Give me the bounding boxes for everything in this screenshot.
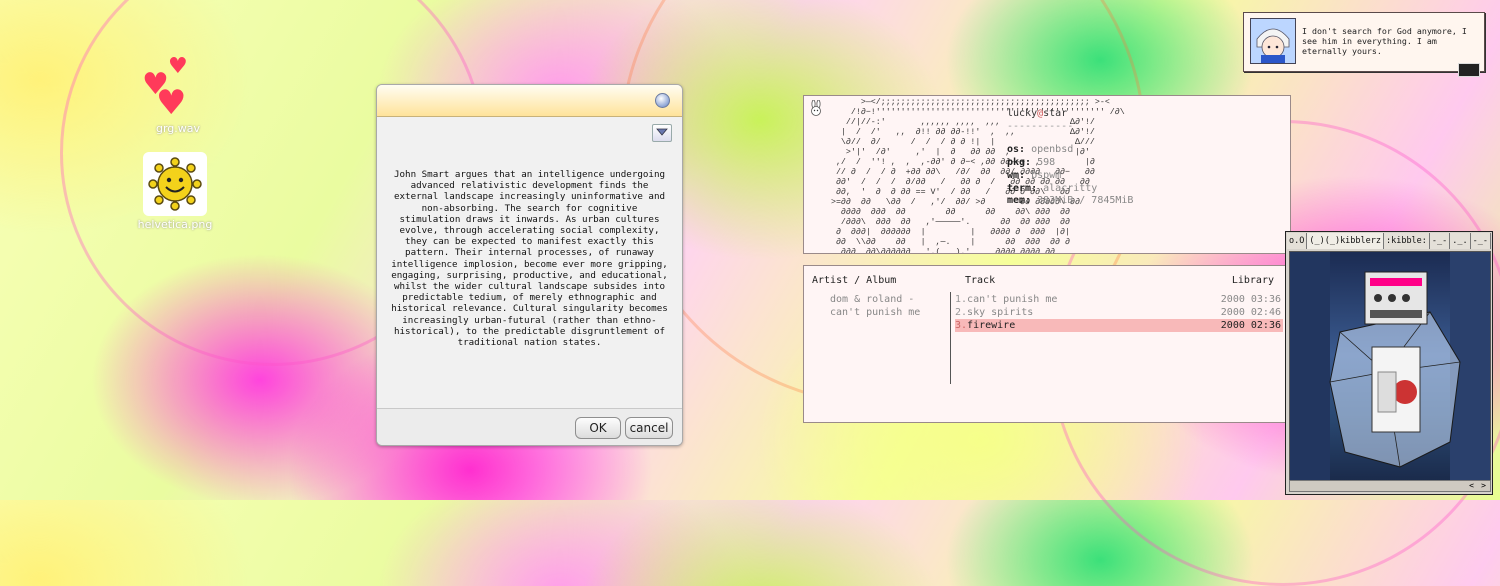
dialog-message: John Smart argues that an intelligence u… (391, 169, 668, 349)
viewer-tab[interactable]: :kibble: (1383, 233, 1430, 249)
quote-dialog: John Smart argues that an intelligence u… (376, 84, 683, 446)
dialog-footer: OK cancel (377, 408, 682, 445)
system-info: lucky@star ----------- os: openbsd pkg: … (1007, 108, 1133, 208)
artist-album-item[interactable]: dom & roland - can't punish me (830, 293, 920, 319)
avatar (1250, 18, 1296, 64)
info-mem: mem: 383MiB / 7845MiB (1007, 195, 1134, 207)
viewer-tabbar: o.O (_)(_)kibblerz :kibble: -_- ._. -_- (1287, 233, 1491, 249)
anime-avatar-icon (1251, 19, 1295, 63)
notification-popup[interactable]: I don't search for God anymore, I see hi… (1243, 12, 1485, 77)
column-artist-album[interactable]: Artist / Album (812, 275, 896, 286)
desktop-icon-label: helvetica.png (137, 218, 213, 231)
scroll-right-button[interactable]: > (1481, 481, 1486, 491)
column-divider (950, 292, 951, 384)
track-row[interactable]: 2.sky spirits 2000 02:46 (955, 306, 1283, 319)
viewer-image (1289, 251, 1491, 483)
tray-icon[interactable] (1458, 63, 1480, 77)
desktop-icon-grg-wav[interactable]: ♥ ♥ ♥ grg.wav (128, 54, 228, 136)
sun-face-icon (143, 152, 207, 216)
track-row[interactable]: 1.can't punish me 2000 03:36 (955, 293, 1283, 306)
close-orb-icon[interactable] (655, 93, 670, 108)
ok-button[interactable]: OK (575, 417, 621, 439)
info-os: os: openbsd (1007, 143, 1074, 155)
cancel-button[interactable]: cancel (625, 417, 673, 439)
column-track[interactable]: Track (965, 275, 995, 286)
viewer-tab[interactable]: -_- (1470, 233, 1491, 249)
column-library[interactable]: Library (1232, 275, 1274, 286)
info-pkg: pkg: 598 (1007, 156, 1056, 168)
dialog-titlebar[interactable] (377, 85, 682, 117)
desktop-icon-helvetica-png[interactable]: helvetica.png (125, 152, 225, 231)
bunny-icon (811, 100, 821, 116)
neofetch-terminal: >—</;;;;;;;;;;;;;;;;;;;;;;;;;;;;;;;;;;;;… (803, 95, 1291, 254)
user-host: lucky@star (1007, 108, 1068, 119)
image-viewer-window: o.O (_)(_)kibblerz :kibble: -_- ._. -_- … (1285, 231, 1493, 495)
crystal-synth-image-icon (1290, 252, 1490, 482)
viewer-scrollbar[interactable]: < > (1289, 480, 1491, 492)
notification-message: I don't search for God anymore, I see hi… (1302, 26, 1467, 56)
viewer-tab[interactable]: ._. (1450, 233, 1471, 249)
info-wm: wm: bspwm (1007, 169, 1062, 181)
desktop-icon-label: grg.wav (155, 122, 201, 135)
viewer-tab[interactable]: -_- (1429, 233, 1451, 249)
hearts-icon: ♥ ♥ ♥ (142, 54, 188, 123)
viewer-tab-active[interactable]: (_)(_)kibblerz (1307, 233, 1384, 249)
chevron-down-icon (656, 128, 668, 136)
track-row-selected[interactable]: 3.firewire 2000 02:36 (955, 319, 1283, 332)
dropdown-toggle-button[interactable] (652, 124, 672, 142)
info-term: term: alacritty (1007, 182, 1098, 194)
info-separator: ----------- (1007, 120, 1074, 132)
scroll-left-button[interactable]: < (1469, 481, 1474, 491)
viewer-tab[interactable]: o.O (1287, 233, 1308, 249)
music-player: Artist / Album Track Library dom & rolan… (803, 265, 1291, 423)
